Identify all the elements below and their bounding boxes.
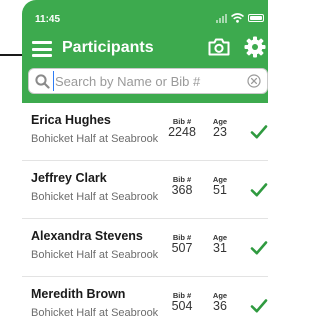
list-item[interactable]: Alexandra Stevens Bohicket Half at Seabr…	[22, 219, 268, 277]
checkmark-icon[interactable]	[250, 124, 268, 140]
app-header: 11:45 Participants	[22, 0, 268, 103]
battery-icon	[248, 14, 264, 22]
page-title: Participants	[62, 39, 154, 56]
participant-name: Jeffrey Clark	[31, 171, 107, 185]
wifi-icon	[231, 13, 244, 23]
bib-column: Bib # 504	[164, 291, 200, 313]
cellular-signal-icon	[216, 13, 227, 23]
participant-event: Bohicket Half at Seabrook	[31, 191, 159, 203]
participant-list: Erica Hughes Bohicket Half at Seabrook B…	[22, 103, 268, 327]
participant-event: Bohicket Half at Seabrook	[31, 307, 159, 319]
list-item[interactable]: Meredith Brown Bohicket Half at Seabrook…	[22, 277, 268, 327]
status-time: 11:45	[35, 14, 61, 25]
bib-value: 504	[171, 299, 193, 313]
hamburger-menu-icon[interactable]	[32, 41, 52, 57]
clear-search-icon[interactable]	[247, 74, 261, 88]
search-icon	[35, 74, 50, 89]
participant-name: Meredith Brown	[31, 287, 126, 301]
search-bar	[28, 68, 268, 94]
participant-event: Bohicket Half at Seabrook	[31, 133, 159, 145]
age-value: 51	[213, 183, 227, 197]
bib-column: Bib # 368	[164, 175, 200, 197]
participant-name: Erica Hughes	[31, 113, 111, 127]
search-input[interactable]	[53, 71, 233, 91]
bib-column: Bib # 507	[164, 233, 200, 255]
age-column: Age 31	[205, 233, 235, 255]
bib-column: Bib # 2248	[164, 117, 200, 139]
bib-value: 368	[171, 183, 193, 197]
checkmark-icon[interactable]	[250, 240, 268, 256]
age-column: Age 51	[205, 175, 235, 197]
participant-event: Bohicket Half at Seabrook	[31, 249, 159, 261]
checkmark-icon[interactable]	[250, 298, 268, 314]
bib-value: 2248	[168, 125, 196, 139]
status-icons	[216, 13, 264, 23]
camera-icon[interactable]	[208, 38, 230, 56]
age-value: 31	[213, 241, 227, 255]
bib-value: 507	[171, 241, 193, 255]
age-value: 23	[213, 125, 227, 139]
age-value: 36	[213, 299, 227, 313]
gear-icon[interactable]	[244, 36, 266, 58]
age-column: Age 23	[205, 117, 235, 139]
phone-screen: 11:45 Participants Search by Name or Bib…	[22, 0, 268, 327]
list-item[interactable]: Jeffrey Clark Bohicket Half at Seabrook …	[22, 161, 268, 219]
age-column: Age 36	[205, 291, 235, 313]
participant-name: Alexandra Stevens	[31, 229, 143, 243]
checkmark-icon[interactable]	[250, 182, 268, 198]
list-item[interactable]: Erica Hughes Bohicket Half at Seabrook B…	[22, 103, 268, 161]
